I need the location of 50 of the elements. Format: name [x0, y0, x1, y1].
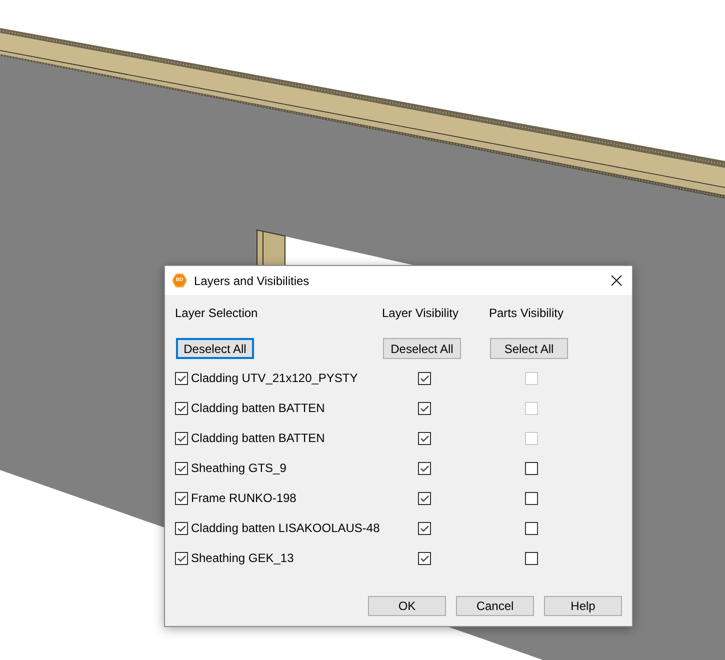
checkbox[interactable] — [175, 432, 188, 444]
layer-name[interactable]: Frame RUNKO-198 — [191, 490, 296, 506]
dialog-button[interactable]: OK — [368, 596, 446, 616]
checkbox[interactable] — [175, 522, 188, 534]
checkbox[interactable] — [175, 492, 188, 504]
checkbox[interactable] — [175, 372, 188, 384]
column-heading: Layer Selection — [175, 306, 258, 321]
checkmark-icon — [419, 432, 430, 444]
layer-name[interactable]: Sheathing GTS_9 — [191, 460, 286, 476]
dialog-button[interactable]: Cancel — [456, 596, 534, 616]
layer-name[interactable]: Sheathing GEK_13 — [191, 550, 294, 566]
checkbox[interactable] — [525, 492, 538, 504]
checkmark-icon — [176, 522, 187, 534]
checkbox[interactable] — [418, 492, 431, 504]
checkmark-icon — [176, 432, 187, 444]
checkbox[interactable] — [418, 372, 431, 384]
checkbox[interactable] — [418, 402, 431, 414]
checkmark-icon — [419, 552, 430, 564]
layer-name[interactable]: Cladding batten LISAKOOLAUS-48 — [191, 520, 380, 536]
dialog-button[interactable]: Help — [544, 596, 622, 616]
checkmark-icon — [176, 552, 187, 564]
checkmark-icon — [176, 402, 187, 414]
checkmark-icon — [176, 492, 187, 504]
layer-name[interactable]: Cladding batten BATTEN — [191, 400, 325, 416]
layer-name[interactable]: Cladding batten BATTEN — [191, 430, 325, 446]
checkbox[interactable] — [175, 402, 188, 414]
checkmark-icon — [419, 522, 430, 534]
checkbox[interactable] — [418, 462, 431, 474]
checkmark-icon — [419, 492, 430, 504]
checkbox[interactable] — [525, 552, 538, 564]
checkmark-icon — [419, 462, 430, 474]
column-heading: Layer Visibility — [382, 306, 458, 321]
checkbox[interactable] — [418, 522, 431, 534]
checkbox[interactable] — [525, 462, 538, 474]
close-icon[interactable] — [611, 275, 622, 286]
checkmark-icon — [176, 462, 187, 474]
column-heading: Parts Visibility — [489, 306, 564, 321]
window-title: Layers and Visibilities — [194, 272, 310, 288]
checkbox[interactable] — [418, 552, 431, 564]
checkmark-icon — [419, 372, 430, 384]
column-button[interactable]: Deselect All — [383, 338, 461, 359]
checkbox[interactable] — [525, 522, 538, 534]
checkmark-icon — [419, 402, 430, 414]
checkbox[interactable] — [418, 432, 431, 444]
checkbox[interactable] — [175, 552, 188, 564]
column-button[interactable]: Deselect All — [176, 338, 254, 359]
layer-name[interactable]: Cladding UTV_21x120_PYSTY — [191, 370, 358, 386]
checkmark-icon — [176, 372, 187, 384]
column-button[interactable]: Select All — [490, 338, 568, 359]
checkbox[interactable] — [175, 462, 188, 474]
